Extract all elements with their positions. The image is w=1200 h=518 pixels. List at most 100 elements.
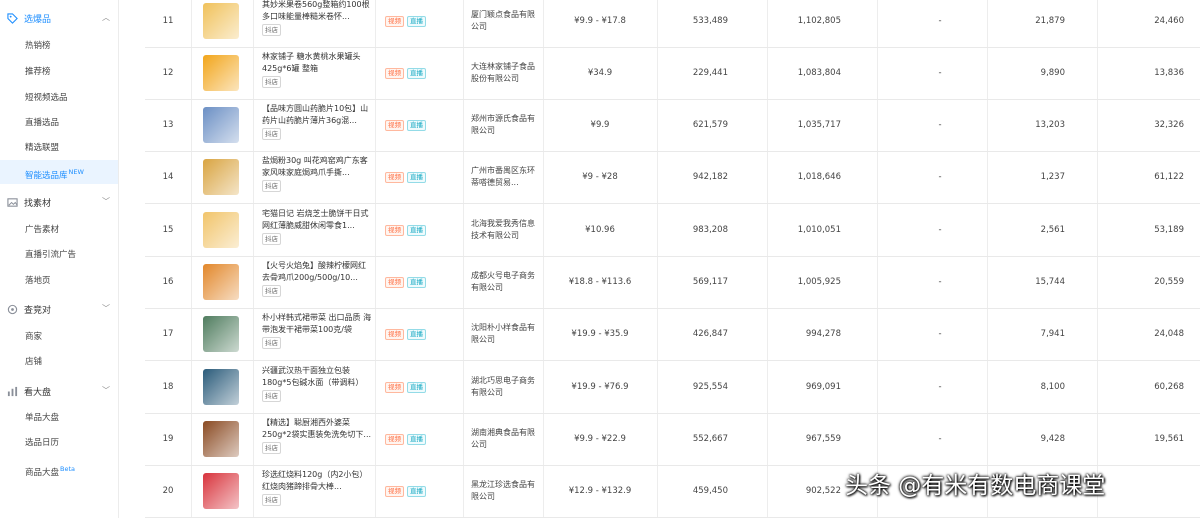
metric-cell: 32,326	[1154, 120, 1184, 130]
sidebar-item[interactable]: 店铺	[0, 350, 118, 374]
channel-tags: 视频 直播	[385, 16, 426, 27]
sidebar-item[interactable]: 选品日历	[0, 431, 118, 455]
sidebar-item[interactable]: 推荐榜	[0, 60, 118, 84]
metric-cell: 20,559	[1154, 277, 1184, 287]
sidebar-item[interactable]: 商家	[0, 325, 118, 349]
metric-cell: 942,182	[692, 172, 728, 182]
product-thumbnail[interactable]	[203, 264, 239, 300]
product-title-cell[interactable]: 【精选】聪厨湘西外婆菜250g*2袋实惠装免洗免切下... 抖店	[262, 417, 372, 454]
table-row[interactable]: 17 朴小样韩式裙带菜 出口品质 海带泡发干裙带菜100克/袋 抖店 视频 直播 沈阳朴小…	[145, 308, 1200, 361]
table-row[interactable]: 12 林家铺子 糖水黄桃水果罐头425g*6罐 整箱 抖店 视频 直播 大连林家铺子食品股…	[145, 47, 1200, 100]
sidebar-section-2[interactable]: 查竞对 ﹀	[0, 297, 118, 321]
chevron-up-icon: ︿	[102, 13, 110, 22]
product-title[interactable]: 其妙米果卷560g整箱约100根多口味能量棒糙米卷怀...	[262, 0, 372, 22]
shop-badge: 抖店	[262, 285, 281, 297]
sidebar-item-label: 直播选品	[25, 118, 60, 128]
product-title-cell[interactable]: 宅猫日记 岩烧芝士脆饼干日式网红薄脆威甜休闲零食1... 抖店	[262, 208, 372, 245]
product-title-cell[interactable]: 盐焗粉30g 叫花鸡窑鸡广东客家风味家庭焗鸡爪手撕... 抖店	[262, 155, 372, 192]
rank-cell: 14	[162, 172, 174, 182]
metric-cell: 21,879	[1035, 16, 1065, 26]
sidebar-item[interactable]: 单品大盘	[0, 406, 118, 430]
sidebar-item[interactable]: 直播选品	[0, 111, 118, 135]
product-title-cell[interactable]: 林家铺子 糖水黄桃水果罐头425g*6罐 整箱抖店	[262, 51, 372, 88]
product-title[interactable]: 朴小样韩式裙带菜 出口品质 海带泡发干裙带菜100克/袋	[262, 312, 372, 335]
sidebar-item[interactable]: 落地页	[0, 269, 118, 293]
company-name[interactable]: 湖北巧思电子商务有限公司	[471, 375, 541, 399]
product-title[interactable]: 盐焗粉30g 叫花鸡窑鸡广东客家风味家庭焗鸡爪手撕...	[262, 155, 372, 178]
sidebar-item[interactable]: 商品大盘Beta	[0, 457, 118, 481]
metric-cell: 1,083,804	[797, 68, 841, 78]
metric-cell: 13,836	[1154, 68, 1184, 78]
table-row[interactable]: 11 其妙米果卷560g整箱约100根多口味能量棒糙米卷怀... 抖店 视频 直播 厦门颖…	[145, 0, 1200, 48]
product-title-cell[interactable]: 【品味方圆山药脆片10包】山药片山药脆片薄片36g混... 抖店	[262, 103, 372, 140]
table-row[interactable]: 19 【精选】聪厨湘西外婆菜250g*2袋实惠装免洗免切下... 抖店 视频 直播 湖南湘…	[145, 413, 1200, 466]
product-title-cell[interactable]: 【火号火焰兔】酸辣柠檬网红去骨鸡爪200g/500g/10... 抖店	[262, 260, 372, 297]
product-title[interactable]: 宅猫日记 岩烧芝士脆饼干日式网红薄脆威甜休闲零食1...	[262, 208, 372, 231]
video-tag: 视频	[385, 434, 404, 445]
video-tag: 视频	[385, 277, 404, 288]
channel-tags: 视频 直播	[385, 277, 426, 288]
rank-cell: 12	[162, 68, 174, 78]
target-icon	[6, 303, 18, 315]
metric-cell: 19,561	[1154, 434, 1184, 444]
table-row[interactable]: 15 宅猫日记 岩烧芝士脆饼干日式网红薄脆威甜休闲零食1... 抖店 视频 直播 北海我爱…	[145, 204, 1200, 257]
product-title-cell[interactable]: 其妙米果卷560g整箱约100根多口味能量棒糙米卷怀... 抖店	[262, 0, 372, 36]
product-title[interactable]: 【品味方圆山药脆片10包】山药片山药脆片薄片36g混...	[262, 103, 372, 126]
metric-cell: 60,268	[1154, 382, 1184, 392]
sidebar-item-label: 商品大盘	[25, 467, 60, 478]
shop-badge: 抖店	[262, 128, 281, 140]
product-thumbnail[interactable]	[203, 3, 239, 39]
price-cell: ¥9 - ¥28	[582, 172, 618, 182]
sidebar-section-0[interactable]: 选爆品 ︿	[0, 6, 118, 30]
sidebar: 选爆品 ︿ 热销榜 推荐榜 短视频选品直播选品精选联盟 智能选品库NEW 找素材 ﹀ 广告素材直…	[0, 0, 119, 518]
product-title[interactable]: 林家铺子 糖水黄桃水果罐头425g*6罐 整箱	[262, 51, 372, 74]
product-thumbnail[interactable]	[203, 316, 239, 352]
shop-badge: 抖店	[262, 76, 281, 88]
video-tag: 视频	[385, 172, 404, 183]
product-thumbnail[interactable]	[203, 473, 239, 509]
sidebar-item[interactable]: 智能选品库NEW	[0, 160, 118, 184]
sidebar-item[interactable]: 精选联盟	[0, 136, 118, 160]
product-title-cell[interactable]: 朴小样韩式裙带菜 出口品质 海带泡发干裙带菜100克/袋 抖店	[262, 312, 372, 349]
table-row[interactable]: 14 盐焗粉30g 叫花鸡窑鸡广东客家风味家庭焗鸡爪手撕... 抖店 视频 直播 广州市番…	[145, 151, 1200, 204]
product-thumbnail[interactable]	[203, 159, 239, 195]
company-name[interactable]: 沈阳朴小样食品有限公司	[471, 322, 541, 346]
live-tag: 直播	[407, 225, 426, 236]
product-thumbnail[interactable]	[203, 369, 239, 405]
product-title[interactable]: 珍选红烧料120g（内2小包）红烧肉猪蹄排骨大棒...	[262, 469, 372, 492]
product-title[interactable]: 【火号火焰兔】酸辣柠檬网红去骨鸡爪200g/500g/10...	[262, 260, 372, 283]
sidebar-item[interactable]: 短视频选品	[0, 86, 118, 110]
company-name[interactable]: 北海我爱我秀信息技术有限公司	[471, 218, 541, 242]
company-name[interactable]: 厦门颖点食品有限公司	[471, 9, 541, 33]
sidebar-section-1[interactable]: 找素材 ﹀	[0, 190, 118, 214]
sidebar-item[interactable]: 热销榜	[0, 34, 118, 58]
product-thumbnail[interactable]	[203, 421, 239, 457]
sidebar-section-label: 选爆品	[24, 14, 52, 25]
sidebar-item[interactable]: 直播引流广告	[0, 243, 118, 267]
company-name[interactable]: 湖南湘典食品有限公司	[471, 427, 541, 451]
company-name[interactable]: 成都火号电子商务有限公司	[471, 270, 541, 294]
metric-cell: 925,554	[692, 382, 728, 392]
shop-badge: 抖店	[262, 24, 281, 36]
product-title[interactable]: 兴疆武汉热干面独立包装180g*5包碱水面（带调料）	[262, 365, 372, 388]
product-title-cell[interactable]: 兴疆武汉热干面独立包装180g*5包碱水面（带调料） 抖店	[262, 365, 372, 402]
price-cell: ¥10.96	[585, 225, 615, 235]
sidebar-item-badge: Beta	[60, 465, 76, 473]
sidebar-item[interactable]: 广告素材	[0, 218, 118, 242]
product-thumbnail[interactable]	[203, 55, 239, 91]
company-name[interactable]: 黑龙江珍选食品有限公司	[471, 479, 541, 503]
sidebar-section-3[interactable]: 看大盘 ﹀	[0, 379, 118, 403]
product-thumbnail[interactable]	[203, 212, 239, 248]
table-row[interactable]: 18 兴疆武汉热干面独立包装180g*5包碱水面（带调料） 抖店 视频 直播 湖北巧思电子…	[145, 361, 1200, 414]
product-title-cell[interactable]: 珍选红烧料120g（内2小包）红烧肉猪蹄排骨大棒... 抖店	[262, 469, 372, 506]
table-row[interactable]: 16 【火号火焰兔】酸辣柠檬网红去骨鸡爪200g/500g/10... 抖店 视频 直播…	[145, 256, 1200, 309]
company-name[interactable]: 大连林家铺子食品股份有限公司	[471, 61, 541, 85]
product-thumbnail[interactable]	[203, 107, 239, 143]
metric-cell: -	[938, 434, 942, 444]
company-name[interactable]: 郑州市源氏食品有限公司	[471, 113, 541, 137]
price-cell: ¥34.9	[587, 68, 613, 78]
price-cell: ¥9.9 - ¥17.8	[574, 16, 626, 26]
table-row[interactable]: 13 【品味方圆山药脆片10包】山药片山药脆片薄片36g混... 抖店 视频 直播 郑州市…	[145, 99, 1200, 152]
product-title[interactable]: 【精选】聪厨湘西外婆菜250g*2袋实惠装免洗免切下...	[262, 417, 372, 440]
company-name[interactable]: 广州市番禺区东环蒂嗒德贸易...	[471, 165, 541, 189]
